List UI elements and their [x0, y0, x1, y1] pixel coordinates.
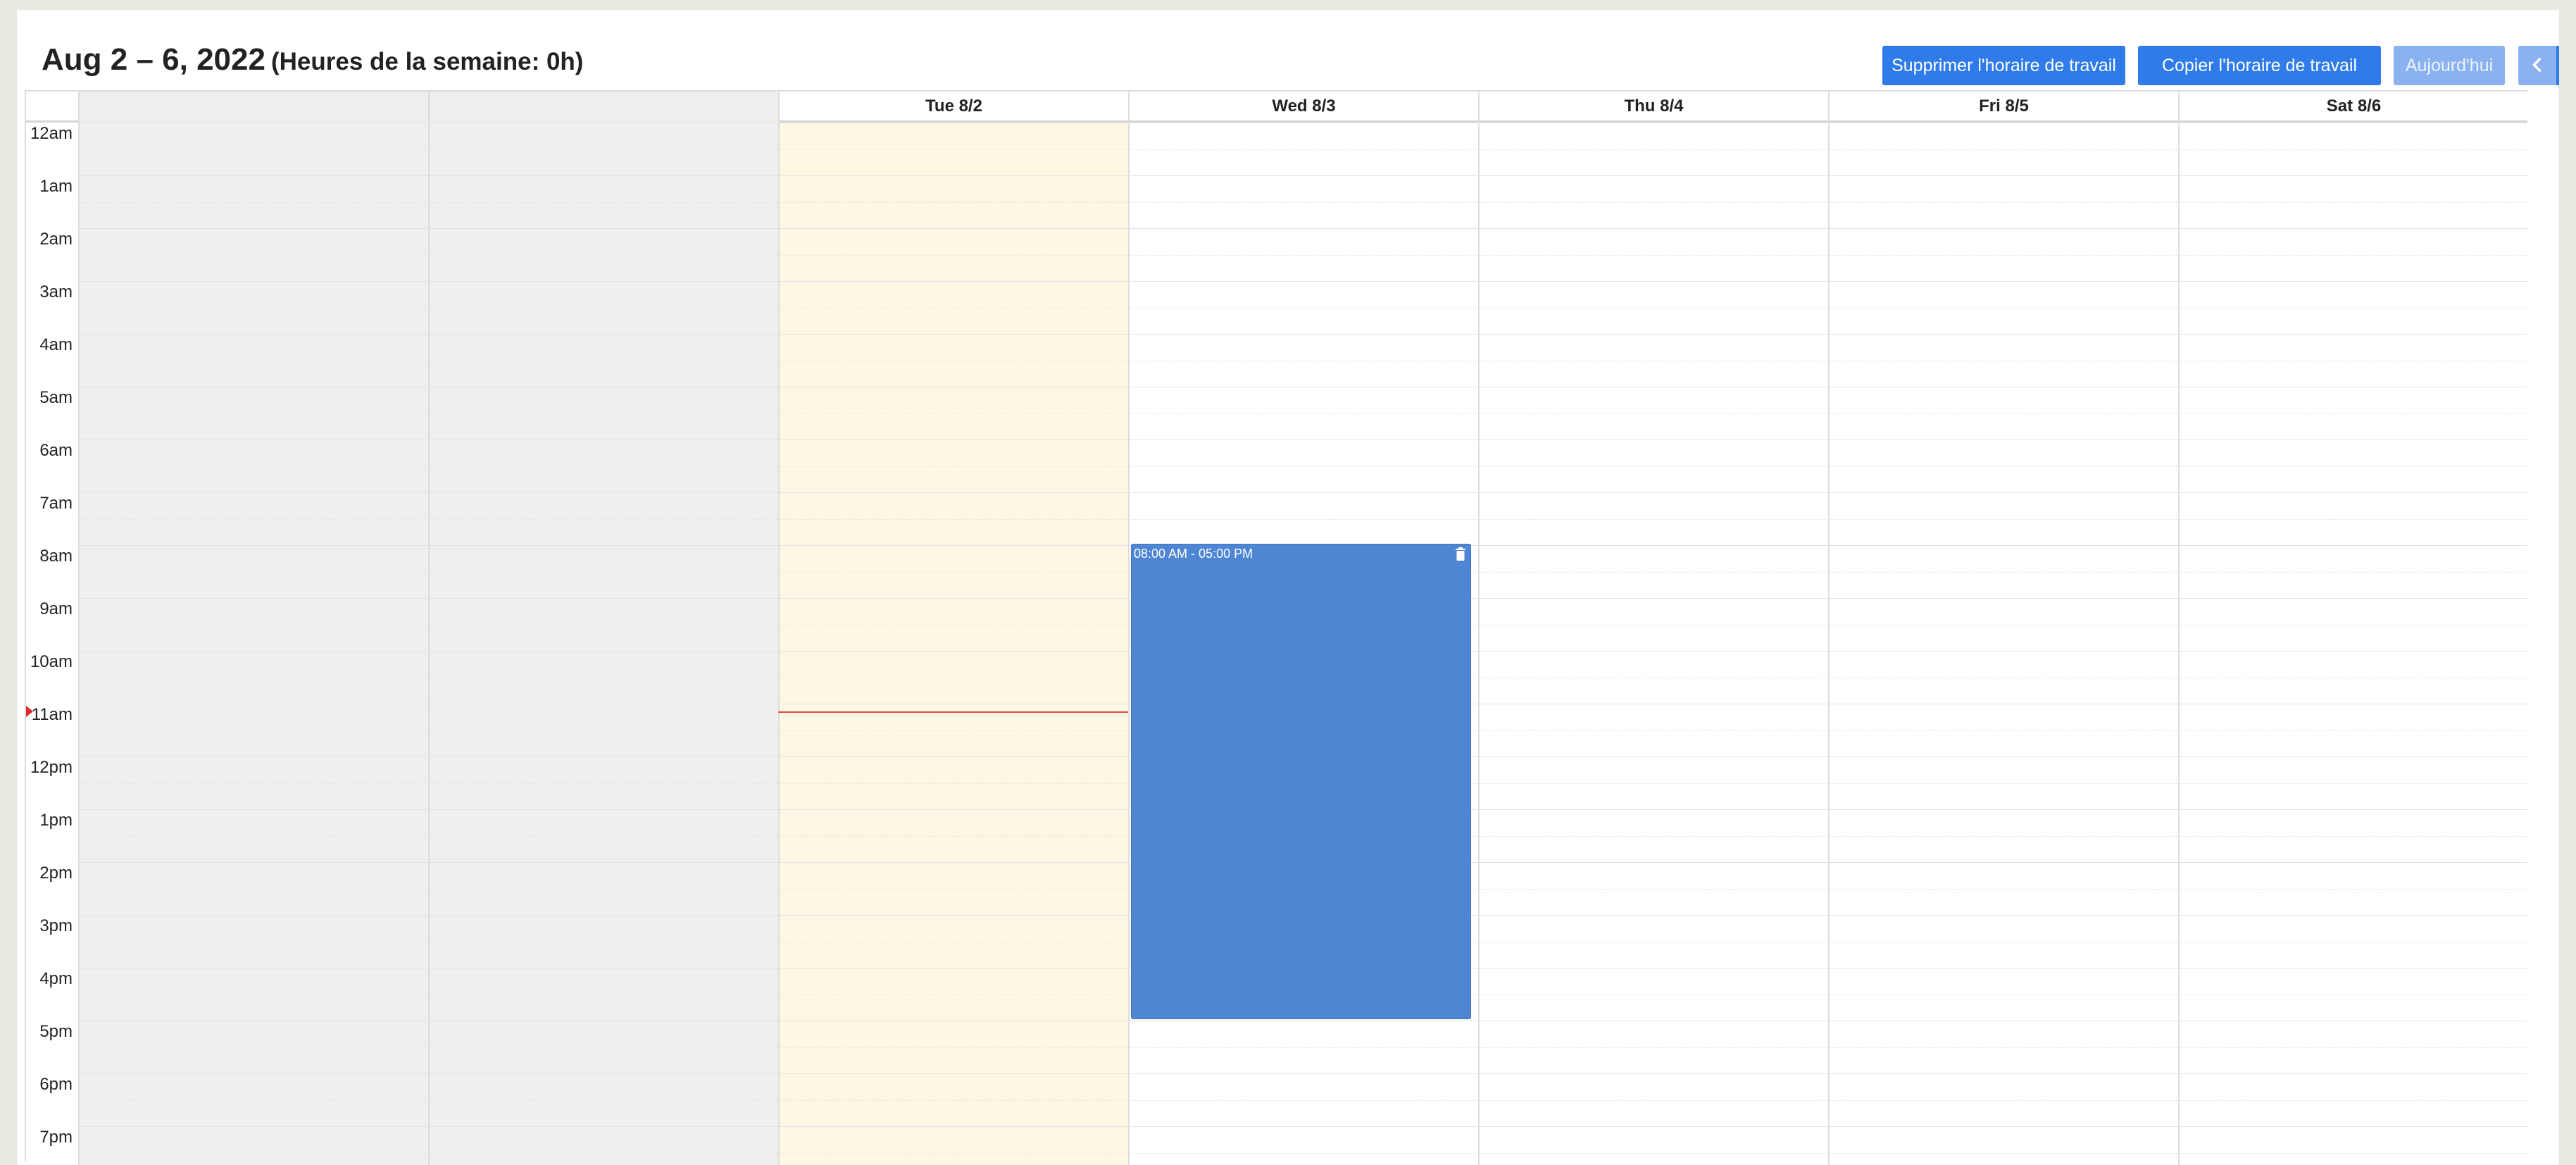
event-time: 08:00 AM - 05:00 PM — [1134, 547, 1253, 561]
half-hour-line — [78, 1099, 2527, 1101]
time-label: 3pm — [39, 916, 73, 935]
day-column-5[interactable] — [1828, 123, 2178, 1165]
work-schedule-event[interactable]: 08:00 AM - 05:00 PM — [1131, 544, 1471, 1019]
day-header-4: Thu 8/4 — [1478, 92, 1828, 123]
time-label: 9am — [39, 599, 73, 618]
time-label: 2pm — [39, 864, 73, 883]
half-hour-line — [78, 413, 2527, 414]
half-hour-line — [78, 466, 2527, 467]
hour-line — [78, 281, 2527, 282]
day-column-6[interactable] — [2178, 123, 2528, 1165]
day-column-0[interactable] — [78, 123, 428, 1165]
day-column-1[interactable] — [428, 123, 778, 1165]
prev-week-button[interactable] — [2518, 46, 2556, 85]
time-label: 7am — [39, 494, 73, 513]
half-hour-line — [78, 201, 2527, 203]
time-label: 4am — [39, 335, 73, 354]
chevron-left-icon — [2532, 58, 2541, 73]
time-label: 12am — [30, 124, 73, 143]
hour-line — [78, 492, 2527, 493]
time-gutter: 12am 1am 2am 3am 4am 5am 6am 7am 8am 9am 10am 11am 1… — [26, 123, 78, 1165]
day-column-4[interactable] — [1478, 123, 1828, 1165]
time-label: 3am — [39, 282, 73, 301]
time-label: 2am — [39, 230, 73, 249]
hour-line — [78, 1126, 2527, 1127]
delete-schedule-button[interactable]: Supprimer l'horaire de travail — [1882, 46, 2125, 85]
day-header-2: Tue 8/2 — [778, 92, 1128, 123]
next-week-button[interactable] — [2556, 46, 2559, 85]
day-header-1 — [428, 92, 778, 123]
half-hour-line — [78, 254, 2527, 256]
trash-icon[interactable] — [1455, 547, 1466, 561]
half-hour-line — [78, 149, 2527, 150]
day-header-5: Fri 8/5 — [1828, 92, 2178, 123]
half-hour-line — [78, 1152, 2527, 1154]
hour-line — [78, 175, 2527, 176]
time-label: 7pm — [39, 1128, 73, 1147]
week-hours: (Heures de la semaine: 0h) — [270, 48, 584, 75]
today-button[interactable]: Aujourd'hui — [2394, 46, 2505, 85]
day-header-6: Sat 8/6 — [2178, 92, 2528, 123]
half-hour-line — [78, 307, 2527, 309]
time-label: 6pm — [39, 1075, 73, 1094]
day-header-row: Tue 8/2 Wed 8/3 Thu 8/4 Fri 8/5 Sat 8/6 — [26, 90, 2527, 123]
time-label: 1pm — [39, 811, 73, 830]
header-gutter — [26, 92, 78, 123]
time-label: 4pm — [39, 969, 73, 988]
time-label: 8am — [39, 547, 73, 566]
date-range: Aug 2 – 6, 2022 — [42, 42, 265, 77]
time-label: 6am — [39, 441, 73, 460]
calendar-toolbar: Aug 2 – 6, 2022 (Heures de la semaine: 0h… — [42, 35, 2559, 93]
time-label: 5am — [39, 388, 73, 407]
time-label: 11am — [31, 705, 73, 724]
time-label: 5pm — [39, 1022, 73, 1041]
day-header-3: Wed 8/3 — [1128, 92, 1478, 123]
half-hour-line — [78, 1047, 2527, 1048]
day-column-2[interactable] — [778, 123, 1128, 1165]
week-grid: Tue 8/2 Wed 8/3 Thu 8/4 Fri 8/5 Sat 8/6 12am… — [25, 90, 2527, 1165]
now-indicator-line — [778, 711, 1128, 714]
hour-line — [78, 228, 2527, 229]
time-label: 12pm — [30, 758, 73, 777]
week-title: Aug 2 – 6, 2022 (Heures de la semaine: 0h… — [42, 42, 583, 77]
time-grid-body: 12am 1am 2am 3am 4am 5am 6am 7am 8am 9am 10am 11am 1… — [26, 123, 2527, 1165]
hour-line — [78, 334, 2527, 335]
half-hour-line — [78, 518, 2527, 520]
now-indicator-arrow — [26, 706, 33, 718]
copy-schedule-button[interactable]: Copier l'horaire de travail — [2138, 46, 2381, 85]
hour-line — [78, 1073, 2527, 1074]
time-label: 10am — [30, 652, 73, 671]
time-label: 1am — [39, 177, 73, 196]
day-header-0 — [78, 92, 428, 123]
